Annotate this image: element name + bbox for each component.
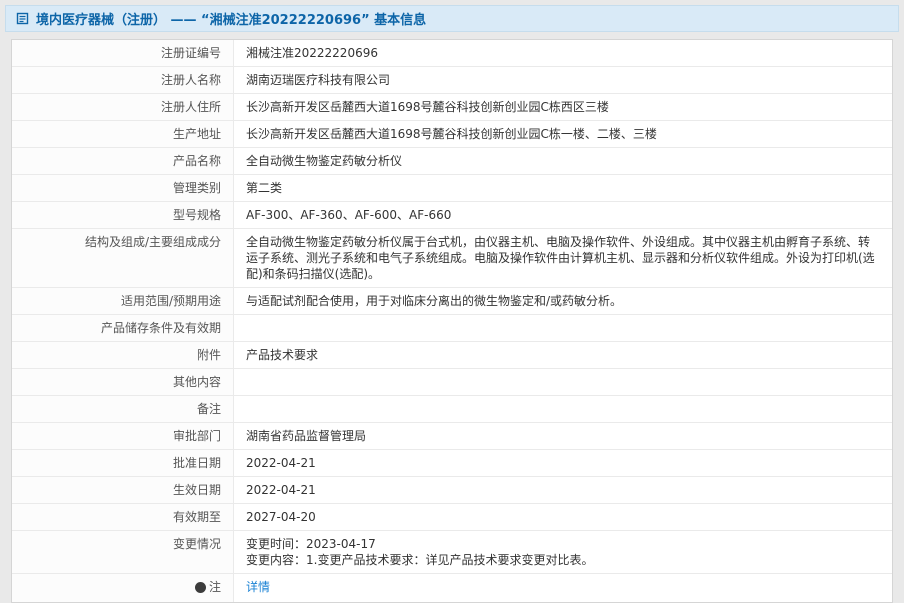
field-value: 2027-04-20 xyxy=(234,504,892,530)
row-other-content: 其他内容 xyxy=(12,369,892,396)
field-label: 注册人住所 xyxy=(12,94,234,120)
note-icon xyxy=(195,582,206,593)
field-value: 全自动微生物鉴定药敏分析仪属于台式机，由仪器主机、电脑及操作软件、外设组成。其中… xyxy=(234,229,892,287)
field-value: 湖南省药品监督管理局 xyxy=(234,423,892,449)
field-label: 结构及组成/主要组成成分 xyxy=(12,229,234,287)
field-label: 生产地址 xyxy=(12,121,234,147)
field-label: 产品名称 xyxy=(12,148,234,174)
note-label: 注 xyxy=(209,579,221,595)
row-registrant-address: 注册人住所 长沙高新开发区岳麓西大道1698号麓谷科技创新创业园C栋西区三楼 xyxy=(12,94,892,121)
page-title: 境内医疗器械（注册） —— “湘械注准20222220696” 基本信息 xyxy=(36,9,426,28)
field-value: 详情 xyxy=(234,574,892,602)
page-title-bar: 境内医疗器械（注册） —— “湘械注准20222220696” 基本信息 xyxy=(5,5,899,32)
field-value xyxy=(234,396,892,422)
row-storage-conditions: 产品储存条件及有效期 xyxy=(12,315,892,342)
row-valid-until: 有效期至 2027-04-20 xyxy=(12,504,892,531)
field-value: 湘械注准20222220696 xyxy=(234,40,892,66)
row-product-name: 产品名称 全自动微生物鉴定药敏分析仪 xyxy=(12,148,892,175)
field-value: AF-300、AF-360、AF-600、AF-660 xyxy=(234,202,892,228)
row-attachment: 附件 产品技术要求 xyxy=(12,342,892,369)
field-label: 注册证编号 xyxy=(12,40,234,66)
field-label: 备注 xyxy=(12,396,234,422)
row-structure-composition: 结构及组成/主要组成成分 全自动微生物鉴定药敏分析仪属于台式机，由仪器主机、电脑… xyxy=(12,229,892,288)
document-icon xyxy=(16,12,29,25)
field-value xyxy=(234,315,892,341)
field-label: 型号规格 xyxy=(12,202,234,228)
field-value: 全自动微生物鉴定药敏分析仪 xyxy=(234,148,892,174)
field-label: 注 xyxy=(12,574,234,602)
field-value: 产品技术要求 xyxy=(234,342,892,368)
field-value: 长沙高新开发区岳麓西大道1698号麓谷科技创新创业园C栋一楼、二楼、三楼 xyxy=(234,121,892,147)
field-value: 长沙高新开发区岳麓西大道1698号麓谷科技创新创业园C栋西区三楼 xyxy=(234,94,892,120)
row-registration-cert-number: 注册证编号 湘械注准20222220696 xyxy=(12,40,892,67)
field-value xyxy=(234,369,892,395)
row-approval-department: 审批部门 湖南省药品监督管理局 xyxy=(12,423,892,450)
field-value: 变更时间：2023-04-17 变更内容：1.变更产品技术要求：详见产品技术要求… xyxy=(234,531,892,573)
row-note: 注 详情 xyxy=(12,574,892,602)
row-intended-use: 适用范围/预期用途 与适配试剂配合使用，用于对临床分离出的微生物鉴定和/或药敏分… xyxy=(12,288,892,315)
row-model-spec: 型号规格 AF-300、AF-360、AF-600、AF-660 xyxy=(12,202,892,229)
field-label: 生效日期 xyxy=(12,477,234,503)
field-label: 适用范围/预期用途 xyxy=(12,288,234,314)
row-production-address: 生产地址 长沙高新开发区岳麓西大道1698号麓谷科技创新创业园C栋一楼、二楼、三… xyxy=(12,121,892,148)
row-remarks: 备注 xyxy=(12,396,892,423)
field-label: 其他内容 xyxy=(12,369,234,395)
field-value: 第二类 xyxy=(234,175,892,201)
field-value: 与适配试剂配合使用，用于对临床分离出的微生物鉴定和/或药敏分析。 xyxy=(234,288,892,314)
field-label: 注册人名称 xyxy=(12,67,234,93)
row-management-category: 管理类别 第二类 xyxy=(12,175,892,202)
registration-info-table: 注册证编号 湘械注准20222220696 注册人名称 湖南迈瑞医疗科技有限公司… xyxy=(11,39,893,603)
row-change-info: 变更情况 变更时间：2023-04-17 变更内容：1.变更产品技术要求：详见产… xyxy=(12,531,892,574)
field-label: 产品储存条件及有效期 xyxy=(12,315,234,341)
field-label: 管理类别 xyxy=(12,175,234,201)
field-label: 附件 xyxy=(12,342,234,368)
field-label: 有效期至 xyxy=(12,504,234,530)
field-value: 2022-04-21 xyxy=(234,477,892,503)
field-label: 变更情况 xyxy=(12,531,234,573)
row-registrant-name: 注册人名称 湖南迈瑞医疗科技有限公司 xyxy=(12,67,892,94)
field-value: 湖南迈瑞医疗科技有限公司 xyxy=(234,67,892,93)
row-approval-date: 批准日期 2022-04-21 xyxy=(12,450,892,477)
field-label: 审批部门 xyxy=(12,423,234,449)
details-link[interactable]: 详情 xyxy=(246,580,270,594)
field-label: 批准日期 xyxy=(12,450,234,476)
row-effective-date: 生效日期 2022-04-21 xyxy=(12,477,892,504)
page: 境内医疗器械（注册） —— “湘械注准20222220696” 基本信息 注册证… xyxy=(0,0,904,603)
field-value: 2022-04-21 xyxy=(234,450,892,476)
